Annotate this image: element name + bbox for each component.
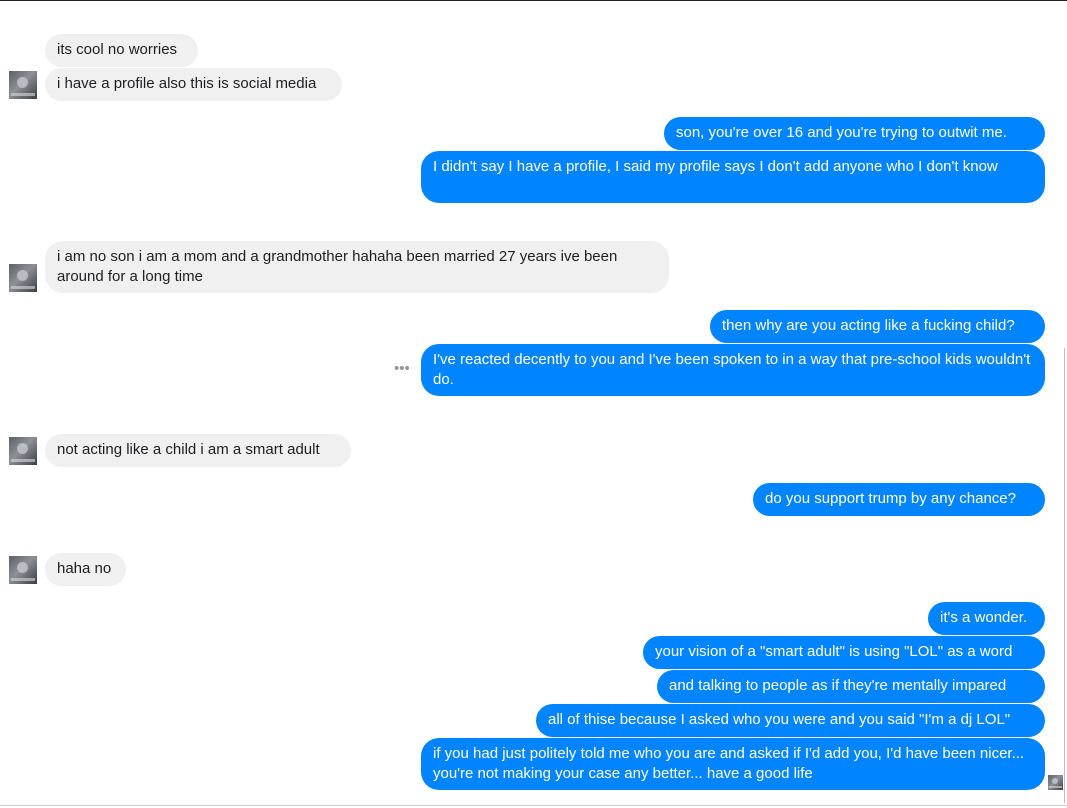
received-message[interactable]: i have a profile also this is social med… <box>45 68 342 101</box>
ellipsis-icon[interactable]: ••• <box>394 361 412 376</box>
sent-message[interactable]: then why are you acting like a fucking c… <box>710 310 1045 343</box>
contact-avatar[interactable] <box>9 71 37 99</box>
read-receipt-avatar <box>1048 775 1063 790</box>
sent-message[interactable]: all of thise because I asked who you wer… <box>536 704 1045 737</box>
received-message[interactable]: haha no <box>45 553 126 586</box>
sent-message[interactable]: if you had just politely told me who you… <box>421 738 1045 790</box>
sent-message[interactable]: do you support trump by any chance? <box>753 483 1045 516</box>
bottom-divider <box>0 805 1067 806</box>
sent-message[interactable]: it's a wonder. <box>928 602 1045 635</box>
received-message[interactable]: i am no son i am a mom and a grandmother… <box>45 241 669 293</box>
scrollbar-track[interactable] <box>1064 348 1065 803</box>
contact-avatar[interactable] <box>9 264 37 292</box>
received-message[interactable]: its cool no worries <box>45 34 198 67</box>
contact-avatar[interactable] <box>9 556 37 584</box>
top-divider <box>0 0 1067 1</box>
sent-message[interactable]: your vision of a "smart adult" is using … <box>643 636 1045 669</box>
received-message[interactable]: not acting like a child i am a smart adu… <box>45 434 351 467</box>
sent-message[interactable]: son, you're over 16 and you're trying to… <box>664 117 1045 150</box>
chat-window: its cool no worries i have a profile als… <box>0 0 1067 808</box>
sent-message[interactable]: I didn't say I have a profile, I said my… <box>421 151 1045 203</box>
sent-message[interactable]: I've reacted decently to you and I've be… <box>421 344 1045 396</box>
sent-message[interactable]: and talking to people as if they're ment… <box>657 670 1045 703</box>
contact-avatar[interactable] <box>9 437 37 465</box>
